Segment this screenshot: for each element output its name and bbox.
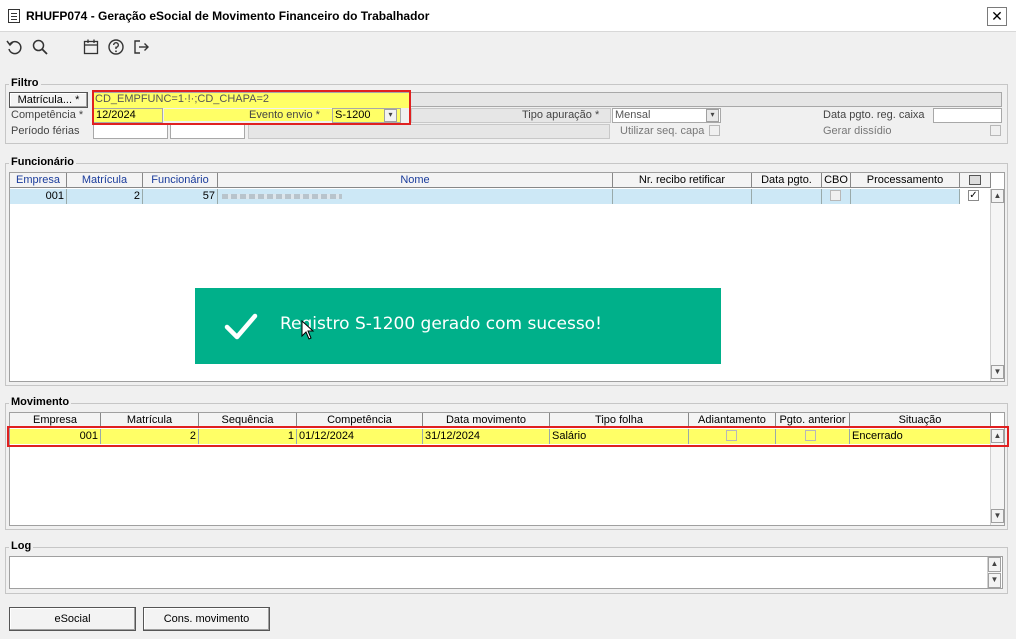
select-all-icon	[969, 175, 981, 185]
data-pgto-caixa-input[interactable]	[933, 108, 1002, 123]
periodo-ferias-start[interactable]	[93, 124, 168, 139]
mouse-cursor-icon	[301, 320, 315, 340]
col-select-all[interactable]	[960, 173, 991, 188]
tipo-apuracao-select[interactable]: Mensal	[612, 108, 721, 123]
log-scrollbar[interactable]: ▲ ▼	[987, 557, 1001, 588]
help-icon[interactable]	[107, 38, 125, 56]
cons-movimento-button[interactable]: Cons. movimento	[143, 607, 270, 631]
scroll-down-icon[interactable]: ▼	[991, 365, 1004, 379]
cell-funcionario: 57	[143, 189, 218, 204]
title-bar: RHUFP074 - Geração eSocial de Movimento …	[0, 0, 1016, 32]
row-select-checkbox[interactable]: ✓	[968, 190, 979, 201]
esocial-button[interactable]: eSocial	[9, 607, 136, 631]
search-icon[interactable]	[31, 38, 49, 56]
utilizar-seq-capa-checkbox[interactable]	[709, 125, 720, 136]
periodo-spacer-field	[248, 124, 610, 139]
success-toast: Registro S-1200 gerado com sucesso!	[195, 288, 721, 364]
cell-select: ✓	[960, 189, 991, 204]
col-empresa[interactable]: Empresa	[10, 173, 67, 188]
col-matricula[interactable]: Matrícula	[67, 173, 143, 188]
tipo-apuracao-label: Tipo apuração *	[522, 109, 600, 121]
scroll-up-icon[interactable]: ▲	[991, 189, 1004, 203]
gerar-dissidio-checkbox[interactable]	[990, 125, 1001, 136]
calendar-icon[interactable]	[82, 38, 100, 56]
tipo-apuracao-dropdown-icon[interactable]: ▾	[706, 109, 719, 122]
close-button[interactable]: ✕	[987, 7, 1007, 26]
col-processamento[interactable]: Processamento	[851, 173, 960, 188]
col-cbo[interactable]: CBO	[822, 173, 851, 188]
col-funcionario[interactable]: Funcionário	[143, 173, 218, 188]
cell-nr-recibo	[613, 189, 752, 204]
cell-empresa: 001	[10, 189, 67, 204]
undo-icon[interactable]	[6, 38, 24, 56]
toast-message: Registro S-1200 gerado com sucesso!	[280, 314, 602, 334]
scroll-down-icon[interactable]: ▼	[988, 573, 1001, 588]
matricula-button[interactable]: Matrícula... *	[9, 92, 88, 108]
movimento-title: Movimento	[9, 396, 72, 408]
cell-nome	[218, 189, 613, 204]
log-textarea[interactable]	[9, 556, 1003, 589]
competencia-label: Competência *	[11, 109, 84, 121]
col-nr-recibo[interactable]: Nr. recibo retificar	[613, 173, 752, 188]
movimento-highlight-outline	[7, 426, 1009, 447]
cell-cbo	[822, 189, 851, 204]
cell-data-pgto	[752, 189, 822, 204]
document-icon	[8, 9, 20, 23]
cell-processamento	[851, 189, 960, 204]
scroll-down-icon[interactable]: ▼	[991, 509, 1004, 523]
highlight-outline	[92, 90, 411, 125]
col-data-pgto[interactable]: Data pgto.	[752, 173, 822, 188]
col-nome[interactable]: Nome	[218, 173, 613, 188]
exit-icon[interactable]	[132, 38, 150, 56]
filtro-title: Filtro	[9, 77, 41, 89]
data-pgto-caixa-label: Data pgto. reg. caixa	[823, 109, 925, 121]
periodo-ferias-end[interactable]	[170, 124, 245, 139]
checkmark-icon	[224, 313, 258, 340]
scroll-up-icon[interactable]: ▲	[988, 557, 1001, 572]
cell-matricula: 2	[67, 189, 143, 204]
funcionario-scrollbar[interactable]: ▲ ▼	[990, 189, 1004, 381]
funcionario-title: Funcionário	[9, 156, 76, 168]
gerar-dissidio-label: Gerar dissídio	[823, 125, 892, 137]
log-title: Log	[9, 540, 34, 552]
redacted-name	[222, 194, 342, 199]
cbo-checkbox[interactable]	[830, 190, 841, 201]
periodo-ferias-label: Período férias	[11, 125, 80, 137]
utilizar-seq-capa-label: Utilizar seq. capa	[620, 125, 705, 137]
table-row[interactable]: 001 2 57 ✓	[10, 189, 991, 204]
window-title: RHUFP074 - Geração eSocial de Movimento …	[26, 9, 430, 23]
